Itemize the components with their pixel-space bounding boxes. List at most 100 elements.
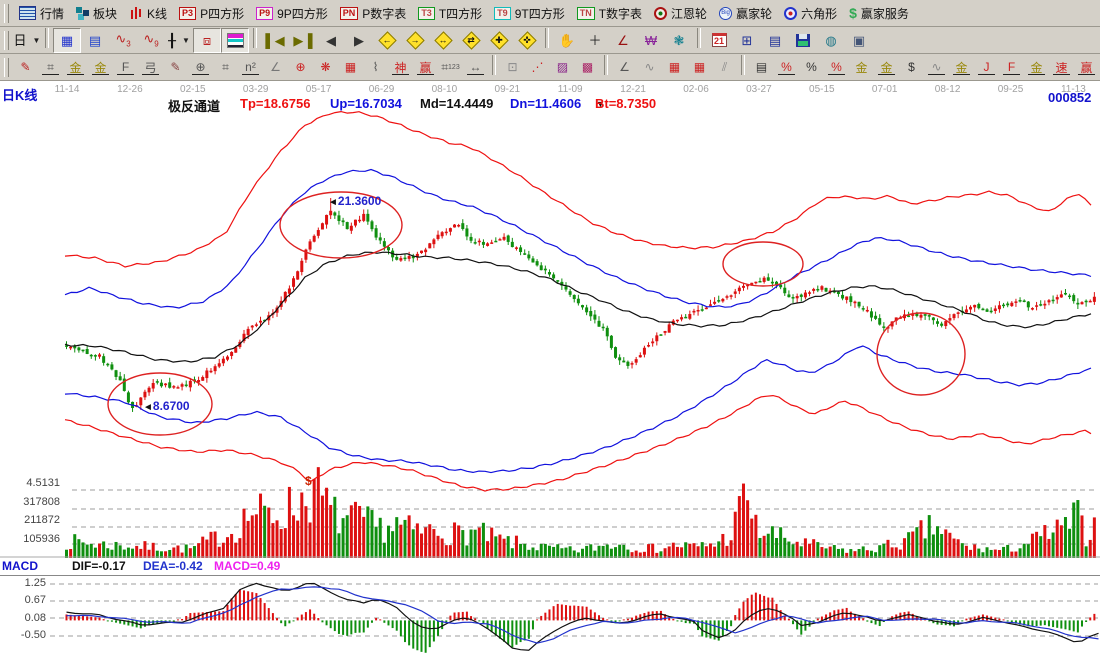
notes-icon[interactable]: ▤ [761,28,789,53]
draw-quote-tool[interactable]: ⌇ [363,55,388,79]
diamond-cross-icon[interactable]: ✜ [513,28,541,53]
draw-percent-line[interactable]: % [824,55,849,79]
toolbar-item-hexagon[interactable]: 六角形 [778,1,843,26]
chart-region: 日K线 11-1412-2602-1503-2905-1706-2908-100… [0,81,1100,655]
draw-red-star-grid[interactable]: ❋ [313,55,338,79]
draw-grid-123[interactable]: ⌗123 [438,55,463,79]
save-icon[interactable] [789,28,817,53]
draw-ying-line[interactable]: 赢 [1074,55,1099,79]
info-panel-icon[interactable]: ▤ [81,28,109,53]
chart-3-icon[interactable]: ∿3 [109,28,137,53]
toolbar-item-t-digit-table[interactable]: TNT数字表 [571,1,648,26]
draw-red-grid-1[interactable]: ▦ [662,55,687,79]
calendar-icon[interactable]: 21 [705,28,733,53]
draw-gold-line[interactable]: 金 [874,55,899,79]
draw-red-rays[interactable]: ⋰ [525,55,550,79]
toolbar-separator [697,28,701,48]
toolbar-item-p-square[interactable]: P3P四方形 [173,1,250,26]
draw-width-measure[interactable]: ↔ [463,55,488,79]
draw-parallel-lines[interactable]: ⫽ [712,55,737,79]
toolbar-item-9t-square[interactable]: T99T四方形 [488,1,571,26]
toolbar-item-p-digit-table[interactable]: PNP数字表 [334,1,413,26]
draw-red-cyan-grid[interactable]: ▦ [338,55,363,79]
step-forward-icon[interactable]: ▶ [345,28,373,53]
gann-tool-icon[interactable]: ₩ [637,28,665,53]
draw-gold-circle[interactable]: 金 [849,55,874,79]
draw-bow-rail[interactable]: 弓 [138,55,163,79]
toolbar-item-quotes[interactable]: 行情 [13,1,70,26]
draw-pen-tool-2[interactable]: ✎ [163,55,188,79]
drag-hand-icon[interactable]: ✋ [553,28,581,53]
toolbar-grip[interactable] [4,4,9,23]
toolbar-item-winner-wheel[interactable]: Big赢家轮 [713,1,778,26]
workstation-icon[interactable]: ▣ [845,28,873,53]
spiral-tool-icon[interactable]: ❃ [665,28,693,53]
draw-f-rail[interactable]: F [113,55,138,79]
diamond-swap-icon[interactable]: ⇄ [457,28,485,53]
color-kline-icon[interactable] [221,28,249,53]
draw-tick-rail[interactable]: ⌗ [213,55,238,79]
crosshair-icon-glyph: ＋ [588,34,601,47]
chart-9-icon[interactable]: ∿9 [137,28,165,53]
draw-j-line[interactable]: J [974,55,999,79]
period-day-dropdown[interactable]: 日▼ [13,28,41,53]
zoom-window-icon-glyph: ▦ [61,34,73,47]
toolbar-grip[interactable] [4,58,9,77]
diamond-left-icon[interactable]: ← [373,28,401,53]
indicator-name[interactable]: 极反通道 [168,96,220,115]
draw-wave-tool[interactable]: ∿ [637,55,662,79]
draw-gold-angle[interactable]: 金 [1024,55,1049,79]
draw-ying-tool[interactable]: 赢 [413,55,438,79]
step-back-icon-glyph: ◀ [326,34,336,47]
draw-n2-rail[interactable]: n² [238,55,263,79]
crosshair-icon[interactable]: ＋ [581,28,609,53]
diamond-right-icon[interactable]: → [401,28,429,53]
calculator-icon[interactable]: ⊞ [733,28,761,53]
date-label: 06-29 [369,84,395,95]
draw-wave-rail[interactable]: ∿ [924,55,949,79]
period-day-dropdown-glyph: 日 [14,34,27,47]
date-label: 05-15 [809,84,835,95]
draw-circle-grid[interactable]: ⊕ [188,55,213,79]
jifan-channel-icon[interactable]: ⧈ [193,28,221,53]
draw-percent[interactable]: % [799,55,824,79]
toolbar-item-kline[interactable]: K线 [123,1,173,26]
draw-purple-red-grid[interactable]: ▩ [575,55,600,79]
toolbar-item-gann-wheel[interactable]: 江恩轮 [648,1,713,26]
macd-pane-title[interactable]: MACD [2,559,38,573]
toolbar-item-sectors[interactable]: 板块 [70,1,123,26]
draw-angle-lines[interactable]: ∠ [612,55,637,79]
toolbar-item-9p-square[interactable]: P99P四方形 [250,1,334,26]
toolbar-item-winner-service[interactable]: $赢家服务 [843,1,915,26]
draw-gold-tool[interactable]: 金 [949,55,974,79]
draw-rail-tool[interactable]: ⌗ [38,55,63,79]
toolbar-item-t-square[interactable]: T3T四方形 [412,1,488,26]
draw-gold-rail-1[interactable]: 金 [63,55,88,79]
diamond-plus-icon[interactable]: ✚ [485,28,513,53]
draw-su-line[interactable]: 速 [1049,55,1074,79]
draw-purple-grid[interactable]: ▨ [550,55,575,79]
angle-measure-icon[interactable]: ∠ [609,28,637,53]
draw-angle-tool[interactable]: ∠ [263,55,288,79]
volume-axis-label: 211872 [0,514,60,526]
draw-percent-rail[interactable]: % [774,55,799,79]
draw-dollar-pen[interactable]: $ [899,55,924,79]
info-panel-icon-glyph: ▤ [89,34,101,47]
draw-red-grid-2[interactable]: ▦ [687,55,712,79]
diamond-lr-icon[interactable]: ↔ [429,28,457,53]
draw-pen-tool[interactable]: ✎ [13,55,38,79]
goto-end-icon[interactable]: ▶▐ [289,28,317,53]
candle-style-dropdown[interactable]: ╂▼ [165,28,193,53]
draw-shen-tool[interactable]: 神 [388,55,413,79]
draw-price-scale[interactable]: ▤ [749,55,774,79]
zoom-window-icon[interactable]: ▦ [53,28,81,53]
step-back-icon[interactable]: ◀ [317,28,345,53]
chart-3-icon-glyph: ∿3 [115,32,130,49]
draw-red-target[interactable]: ⊕ [288,55,313,79]
draw-f-line[interactable]: F [999,55,1024,79]
export-web-icon[interactable]: ◍ [817,28,845,53]
goto-start-icon[interactable]: ▌◀ [261,28,289,53]
draw-gold-rail-2[interactable]: 金 [88,55,113,79]
toolbar-grip[interactable] [4,31,9,50]
draw-gray-box[interactable]: ⊡ [500,55,525,79]
